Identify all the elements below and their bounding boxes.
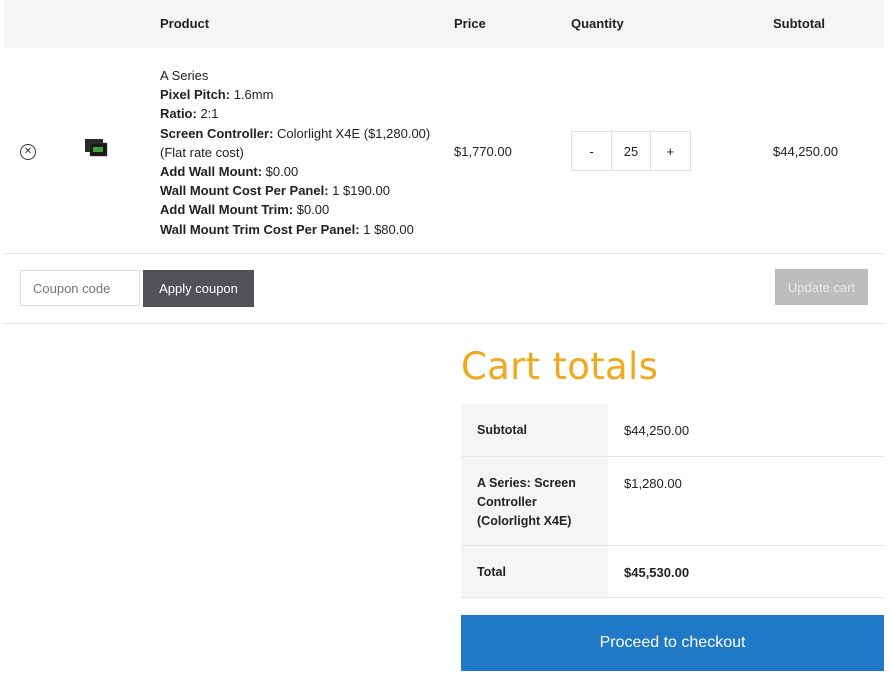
totals-label: A Series: Screen Controller (Colorlight … (461, 457, 608, 545)
coupon-code-input[interactable] (20, 270, 140, 306)
totals-row-subtotal: Subtotal $44,250.00 (461, 404, 884, 457)
product-details: A Series Pixel Pitch: 1.6mm Ratio: 2:1 S… (160, 66, 430, 239)
product-name[interactable]: A Series (160, 66, 430, 85)
detail-add-wall-mount: Add Wall Mount: $0.00 (160, 164, 299, 180)
detail-ratio: Ratio: 2:1 (160, 106, 219, 122)
totals-label: Total (461, 546, 608, 597)
item-subtotal: $44,250.00 (773, 144, 839, 159)
proceed-to-checkout-button[interactable]: Proceed to checkout (461, 615, 884, 671)
cart-table-header: Product Price Quantity Subtotal (4, 0, 884, 48)
cart-item-row: ✕ A Series Pixel Pitch: 1.6mm Ratio: 2:1… (4, 48, 884, 254)
cart-actions: Apply coupon Update cart (4, 254, 884, 324)
qty-input[interactable]: 25 (611, 132, 651, 170)
totals-value: $44,250.00 (624, 423, 690, 438)
totals-row-total: Total $45,530.00 (461, 546, 884, 598)
totals-row-screen-controller: A Series: Screen Controller (Colorlight … (461, 457, 884, 546)
header-subtotal: Subtotal (773, 16, 825, 31)
header-quantity: Quantity (571, 16, 624, 31)
apply-coupon-button[interactable]: Apply coupon (143, 270, 254, 307)
detail-screen-controller: Screen Controller: Colorlight X4E ($1,28… (160, 125, 431, 141)
totals-value: $45,530.00 (624, 565, 690, 580)
detail-flat-rate: (Flat rate cost) (160, 144, 244, 160)
item-price: $1,770.00 (454, 144, 512, 159)
header-product: Product (160, 16, 210, 31)
qty-decrease-button[interactable]: - (572, 132, 611, 170)
totals-value: $1,280.00 (624, 476, 682, 491)
cart-totals-table: Subtotal $44,250.00 A Series: Screen Con… (461, 404, 884, 598)
detail-wall-mount-trim-cost: Wall Mount Trim Cost Per Panel: 1 $80.00 (160, 221, 414, 237)
totals-label: Subtotal (461, 404, 608, 456)
qty-increase-button[interactable]: + (651, 132, 690, 170)
detail-wall-mount-cost: Wall Mount Cost Per Panel: 1 $190.00 (160, 183, 390, 199)
update-cart-button[interactable]: Update cart (775, 269, 868, 305)
detail-wall-mount-trim: Add Wall Mount Trim: $0.00 (160, 202, 330, 218)
quantity-stepper: - 25 + (571, 131, 691, 171)
close-circle-icon[interactable]: ✕ (20, 144, 36, 160)
header-price: Price (454, 16, 486, 31)
detail-pixel-pitch: Pixel Pitch: 1.6mm (160, 87, 274, 103)
product-thumbnail[interactable] (84, 138, 108, 158)
cart-totals-title: Cart totals (461, 345, 659, 388)
